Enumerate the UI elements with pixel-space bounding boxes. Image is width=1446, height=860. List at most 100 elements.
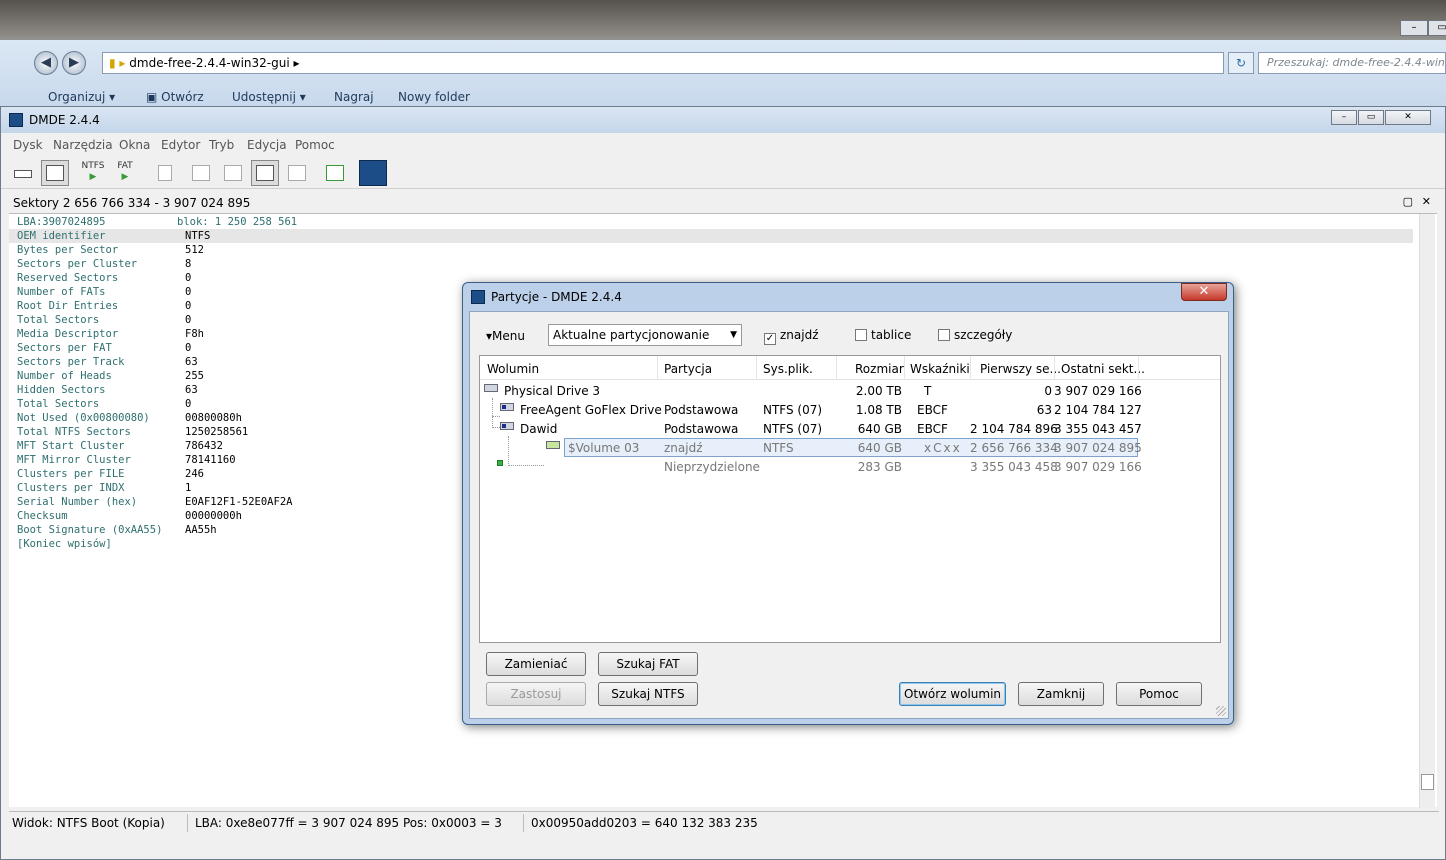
field-name: Sectors per FAT (17, 342, 112, 354)
open-volume-button[interactable]: Otwórz wolumin (899, 682, 1006, 706)
resize-grip[interactable] (1216, 706, 1226, 716)
field-name: Clusters per FILE (17, 468, 125, 480)
found-checkbox[interactable]: ✓ znajdź (764, 328, 819, 345)
close-dialog-button[interactable]: Zamknij (1018, 682, 1104, 706)
partitions-list[interactable]: Wolumin Partycja Sys.plik. Rozmiar Wskaź… (479, 355, 1221, 643)
tables-checkbox[interactable]: tablice (855, 328, 911, 342)
list-row-partition[interactable]: FreeAgent GoFlex Drive Podstawowa NTFS (… (480, 400, 1220, 419)
list-row-unallocated[interactable]: Nieprzydzielone 283 GB 3 355 043 458 3 9… (480, 457, 1220, 476)
address-bar[interactable]: ▮ ▸ dmde-free-2.4.4-win32-gui ▸ (102, 52, 1224, 74)
dmde-logo-button[interactable] (359, 160, 387, 186)
find-ntfs-button[interactable]: Szukaj NTFS (598, 682, 698, 706)
field-value: 0 (185, 398, 192, 410)
field-name: Serial Number (hex) (17, 496, 138, 508)
close-button[interactable]: ✕ (1385, 110, 1431, 125)
explorer-minimize-button[interactable]: – (1400, 20, 1428, 36)
panel-close-icon[interactable]: ✕ (1422, 195, 1431, 208)
panel-maximize-icon[interactable]: ▢ (1403, 195, 1413, 208)
menu-windows[interactable]: Okna (119, 138, 150, 152)
partition-icon (500, 422, 514, 430)
forward-button[interactable]: ▶ (62, 51, 86, 75)
field-value: 1250258561 (185, 426, 249, 438)
field-name: Total Sectors (17, 314, 100, 326)
field-value: 63 (185, 384, 198, 396)
dialog-close-button[interactable]: ✕ (1181, 283, 1227, 301)
dmde-app-icon (9, 113, 23, 127)
field-value: 246 (185, 468, 204, 480)
menu-edit[interactable]: Edycja (247, 138, 287, 152)
new-folder-button[interactable]: Nowy folder (398, 90, 470, 104)
col-first-sector[interactable]: Pierwszy se... (980, 362, 1061, 376)
status-lba: LBA: 0xe8e077ff = 3 907 024 895 Pos: 0x0… (195, 816, 502, 830)
open-menu[interactable]: ▣ Otwórz (146, 90, 204, 104)
field-name: Checksum (17, 510, 68, 522)
menu-help[interactable]: Pomoc (295, 138, 335, 152)
goto-button[interactable] (321, 160, 349, 186)
field-name: OEM identifier (17, 230, 106, 242)
scrollbar-thumb[interactable] (1421, 774, 1434, 790)
menu-editor[interactable]: Edytor (161, 138, 200, 152)
vertical-scrollbar[interactable] (1419, 214, 1435, 808)
drive-select-button[interactable] (9, 160, 37, 186)
details-checkbox[interactable]: szczegóły (938, 328, 1012, 342)
field-row[interactable]: OEM identifier NTFS (9, 229, 1413, 243)
field-name: MFT Start Cluster (17, 440, 125, 452)
field-value: 00000000h (185, 510, 242, 522)
list-view-button[interactable] (219, 160, 247, 186)
unallocated-icon (497, 460, 503, 466)
ntfs-search-button[interactable]: NTFS ▶ (79, 160, 107, 186)
organize-menu[interactable]: Organizuj ▾ (48, 90, 115, 104)
menu-disk[interactable]: Dysk (13, 138, 43, 152)
burn-menu[interactable]: Nagraj (334, 90, 374, 104)
list-row-partition[interactable]: Dawid Podstawowa NTFS (07) 640 GB EBCF 2… (480, 419, 1220, 438)
col-filesystem[interactable]: Sys.plik. (763, 362, 813, 376)
back-button[interactable]: ◀ (34, 51, 58, 75)
list-row-found-volume[interactable]: $Volume 03 znajdź NTFS 640 GB xCxx 2 656… (480, 438, 1220, 457)
fat-search-button[interactable]: FAT ▶ (111, 160, 139, 186)
field-row[interactable]: Sectors per Cluster 8 (9, 257, 1413, 271)
field-value: AA55h (185, 524, 217, 536)
col-last-sector[interactable]: Ostatni sekt... (1061, 362, 1145, 376)
explorer-maximize-button[interactable]: ▭ (1428, 20, 1446, 36)
col-partition[interactable]: Partycja (664, 362, 712, 376)
help-button[interactable]: Pomoc (1116, 682, 1202, 706)
partitions-dialog: Partycje - DMDE 2.4.4 ✕ ▾Menu Aktualne p… (462, 282, 1234, 725)
menu-mode[interactable]: Tryb (209, 138, 234, 152)
field-value: 0 (185, 272, 192, 284)
field-name: Number of Heads (17, 370, 112, 382)
partitioning-select[interactable]: Aktualne partycjonowanie ▼ (548, 324, 742, 346)
dialog-title: Partycje - DMDE 2.4.4 (491, 290, 622, 304)
search-input[interactable]: Przeszukaj: dmde-free-2.4.4-win32-gui (1258, 52, 1446, 74)
col-size[interactable]: Rozmiar (855, 362, 904, 376)
list-header: Wolumin Partycja Sys.plik. Rozmiar Wskaź… (480, 356, 1220, 380)
list-row-physical-drive[interactable]: Physical Drive 3 2.00 TB T 0 3 907 029 1… (480, 381, 1220, 400)
dialog-menu-button[interactable]: ▾Menu (486, 329, 525, 343)
field-row[interactable]: Bytes per Sector 512 (9, 243, 1413, 257)
replace-button[interactable]: Zamieniać (486, 652, 586, 676)
hex-view-button[interactable] (251, 160, 279, 186)
refresh-button[interactable]: ↻ (1228, 52, 1254, 74)
toolbar: NTFS ▶ FAT ▶ (1, 155, 1445, 189)
maximize-button[interactable]: ▭ (1358, 110, 1384, 125)
menu-bar: Dysk Narzędzia Okna Edytor Tryb Edycja P… (1, 135, 1445, 155)
field-name: Sectors per Track (17, 356, 125, 368)
col-volume[interactable]: Wolumin (487, 362, 539, 376)
folder-icon: ▮ ▸ (109, 56, 130, 70)
find-fat-button[interactable]: Szukaj FAT (598, 652, 698, 676)
minimize-button[interactable]: – (1331, 110, 1357, 125)
find-button[interactable] (283, 160, 311, 186)
apply-button[interactable]: Zastosuj (486, 682, 586, 706)
field-name: Clusters per INDX (17, 482, 125, 494)
col-flags[interactable]: Wskaźniki (910, 362, 970, 376)
menu-tools[interactable]: Narzędzia (53, 138, 113, 152)
field-value: 78141160 (185, 454, 236, 466)
status-view: Widok: NTFS Boot (Kopia) (12, 816, 165, 830)
chevron-down-icon: ▼ (730, 330, 737, 340)
file-panel-button[interactable] (151, 160, 179, 186)
share-menu[interactable]: Udostępnij ▾ (232, 90, 306, 104)
explorer-window: – ▭ ◀ ▶ ▮ ▸ dmde-free-2.4.4-win32-gui ▸ … (0, 20, 1446, 110)
breadcrumb[interactable]: dmde-free-2.4.4-win32-gui (129, 56, 289, 70)
tree-view-button[interactable] (187, 160, 215, 186)
partitions-button[interactable] (41, 160, 69, 186)
field-value: 0 (185, 286, 192, 298)
